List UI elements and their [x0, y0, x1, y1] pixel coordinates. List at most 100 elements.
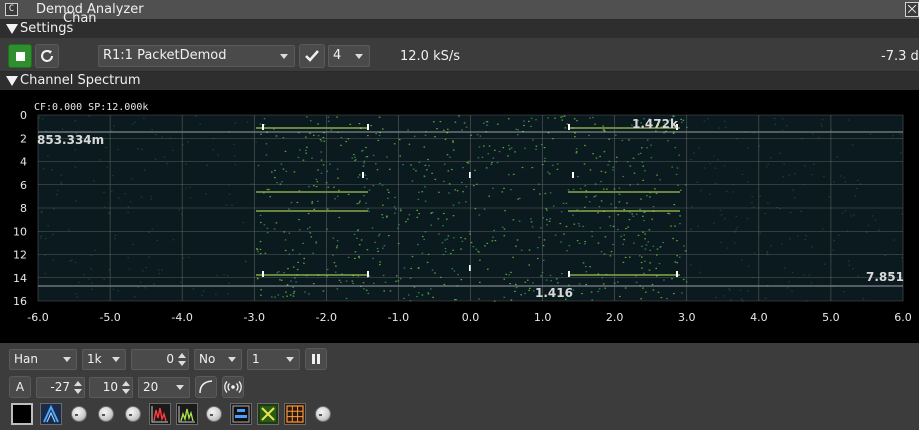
waterfall-pixel — [417, 243, 419, 246]
settings-section-header[interactable]: Settings — [0, 20, 919, 38]
collapse-triangle-icon[interactable] — [6, 76, 18, 86]
decimation-select[interactable]: 1 — [247, 349, 300, 370]
broadcast-icon — [224, 381, 242, 393]
waterfall-pixel — [537, 257, 539, 260]
background-color-icon[interactable] — [11, 403, 33, 425]
spin-down-icon[interactable] — [178, 361, 186, 366]
waterfall-pixel — [426, 261, 429, 263]
spin-up-icon[interactable] — [74, 381, 82, 386]
grid-icon[interactable] — [284, 403, 306, 425]
waterfall-pixel — [844, 181, 847, 183]
collapse-triangle-icon[interactable] — [6, 24, 18, 34]
waterfall-pixel — [456, 190, 459, 192]
fft-size-select[interactable]: 1k — [82, 349, 126, 370]
waterfall-pixel — [399, 278, 402, 280]
waterfall-pixel — [535, 145, 538, 147]
waterfall-pixel — [644, 260, 646, 262]
waterfall-pixel — [774, 123, 777, 125]
waterfall-pixel — [856, 179, 859, 182]
waterfall-pixel — [255, 141, 257, 143]
waterfall-color-icon[interactable] — [257, 403, 279, 425]
histogram-icon[interactable] — [149, 403, 171, 425]
waterfall-pixel — [38, 117, 41, 119]
waterfall-pixel — [90, 268, 92, 270]
waterfall-pixel — [759, 232, 762, 234]
max-hold-icon[interactable] — [40, 403, 62, 425]
reload-button[interactable] — [35, 44, 59, 68]
waterfall-pixel — [788, 174, 791, 176]
waterfall-pixel — [603, 151, 606, 153]
run-stop-button[interactable] — [8, 44, 32, 68]
trace-intensity-knob-icon[interactable] — [125, 406, 141, 422]
waterfall-pixel — [141, 270, 144, 272]
window-function-select[interactable]: Han — [9, 349, 77, 370]
waterfall-pixel — [690, 205, 693, 208]
averaging-select[interactable]: 4 — [328, 45, 370, 67]
waterfall-pixel — [379, 261, 381, 263]
overlap-spinbox[interactable]: 0 — [131, 349, 189, 370]
waterfall-pixel — [472, 246, 475, 248]
waterfall-pixel — [595, 157, 598, 159]
waterfall-pixel — [622, 261, 625, 263]
channel-select[interactable]: R1:1 PacketDemod — [98, 45, 295, 67]
waterfall-pixel — [424, 134, 427, 136]
waterfall-pixel — [449, 156, 451, 158]
pause-button[interactable] — [305, 348, 327, 370]
waterfall-pixel — [266, 227, 269, 229]
auto-scale-button[interactable]: A — [9, 376, 31, 398]
spectrogram-icon[interactable] — [230, 403, 252, 425]
waterfall-pixel — [280, 163, 283, 165]
waterfall-pixel — [516, 239, 519, 241]
marker-broadcast-button[interactable] — [222, 376, 244, 398]
waterfall-plot[interactable]: 0 2 4 6 8 10 12 14 16 -6.0 -5.0 -4.0 -3.0 -2.0 -1.0 0.… — [0, 90, 919, 343]
waterfall-pixel — [599, 227, 602, 229]
waterfall-pixel — [372, 154, 375, 156]
waterfall-pixel — [697, 225, 699, 227]
waterfall-pixel — [366, 249, 369, 251]
signal-marker — [572, 172, 574, 178]
spin-up-icon[interactable] — [122, 381, 130, 386]
waterfall-pixel — [375, 133, 377, 135]
spin-down-icon[interactable] — [74, 389, 82, 394]
reference-level-spinbox[interactable]: -27 — [36, 377, 85, 398]
waterfall-pixel — [597, 212, 599, 214]
waterfall-pixel — [309, 132, 311, 134]
waterfall-pixel — [437, 218, 440, 220]
waterfall-pixel — [813, 163, 815, 165]
use-rx-toggle[interactable] — [299, 44, 325, 68]
waterfall-pixel — [363, 195, 365, 197]
close-icon[interactable]: ⨉ — [905, 2, 919, 17]
waterfall-pixel — [442, 225, 444, 227]
decay-knob-icon[interactable] — [71, 406, 87, 422]
waterfall-pixel — [446, 218, 448, 220]
waterfall-pixel — [311, 157, 313, 159]
stroke-curve-button[interactable] — [195, 376, 217, 398]
waterfall-pixel — [524, 292, 526, 295]
log-select[interactable]: No — [194, 349, 242, 370]
waterfall-pixel — [388, 235, 390, 237]
waterfall-lines-select[interactable]: 20 — [138, 377, 190, 398]
waterfall-pixel — [52, 208, 55, 210]
waterfall-pixel — [393, 143, 396, 145]
waterfall-pixel — [667, 212, 669, 214]
range-spinbox[interactable]: 10 — [89, 377, 133, 398]
waterfall-pixel — [90, 255, 93, 257]
waterfall-pixel — [334, 198, 336, 200]
waterfall-pixel — [593, 196, 596, 198]
waterfall-pixel — [530, 218, 532, 220]
spectrum-section-header[interactable]: Channel Spectrum — [0, 72, 919, 90]
spin-up-icon[interactable] — [178, 353, 186, 358]
waterfall-pixel — [698, 147, 700, 149]
waterfall-pixel — [463, 122, 466, 124]
spectrum-display[interactable]: 0 2 4 6 8 10 12 14 16 -6.0 -5.0 -4.0 -3.0 -2.0 -1.0 0.… — [0, 90, 919, 343]
waterfall-pixel — [387, 197, 389, 199]
intensity-knob-icon[interactable] — [206, 406, 222, 422]
waterfall-pixel — [418, 191, 420, 193]
grid-intensity-knob-icon[interactable] — [315, 406, 331, 422]
grid-graph-icon — [286, 405, 304, 423]
spectrum-line-icon[interactable] — [176, 403, 198, 425]
stroke-knob-icon[interactable] — [98, 406, 114, 422]
waterfall-pixel — [427, 293, 430, 295]
waterfall-pixel — [657, 291, 660, 293]
spin-down-icon[interactable] — [122, 389, 130, 394]
